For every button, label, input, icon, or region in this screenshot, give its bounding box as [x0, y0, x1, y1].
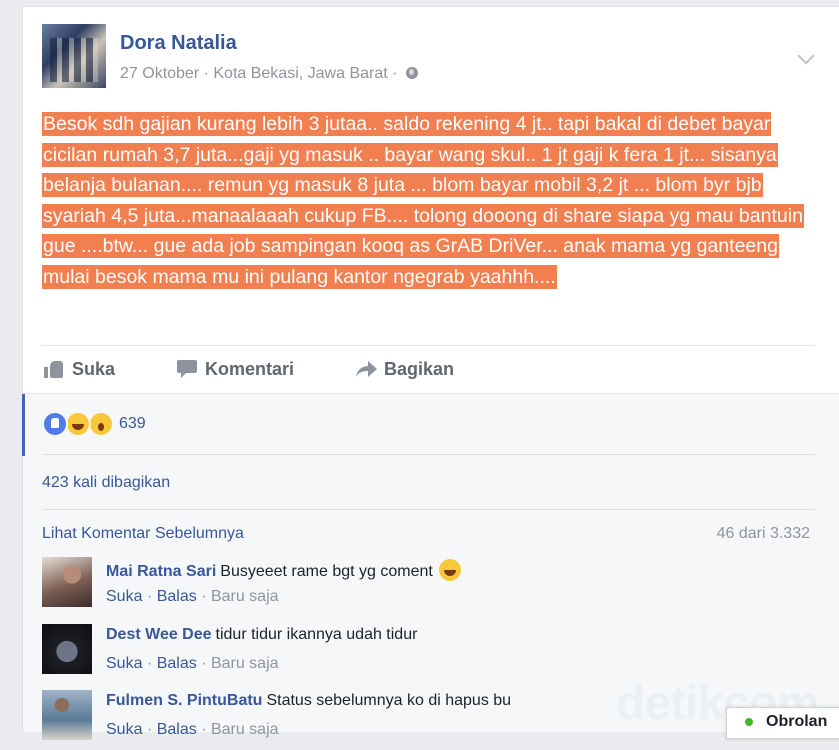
comment-like-link[interactable]: Suka	[106, 588, 142, 605]
commenter-avatar[interactable]	[42, 557, 92, 607]
shares-count[interactable]: 423 kali dibagikan	[42, 474, 170, 492]
chat-label: Obrolan	[766, 713, 828, 730]
action-bar: Suka Komentari Bagikan	[42, 355, 642, 385]
post-text: Besok sdh gajian kurang lebih 3 jutaa.. …	[42, 109, 818, 292]
separator: ·	[196, 655, 211, 672]
comment-reply-link[interactable]: Balas	[157, 655, 197, 672]
post-text-highlight: Besok sdh gajian kurang lebih 3 jutaa.. …	[42, 112, 804, 289]
author-avatar[interactable]	[42, 24, 106, 88]
comment-actions: Suka · Balas · Baru saja	[106, 721, 279, 739]
comment-item: Dest Wee Dee tidur tidur ikannya udah tid…	[42, 624, 830, 684]
chevron-down-icon[interactable]	[797, 47, 815, 65]
comment-like-link[interactable]: Suka	[106, 655, 142, 672]
meta-separator: ·	[199, 65, 214, 82]
thumbs-up-icon	[44, 360, 64, 378]
comment-icon	[177, 360, 197, 378]
divider	[42, 454, 815, 455]
comment-actions: Suka · Balas · Baru saja	[106, 588, 279, 606]
reaction-count[interactable]: 639	[119, 415, 146, 433]
separator: ·	[196, 588, 211, 605]
share-button[interactable]: Bagikan	[356, 355, 454, 383]
author-name[interactable]: Dora Natalia	[120, 32, 237, 55]
post-card: Dora Natalia 27 Oktober · Kota Bekasi, J…	[22, 6, 839, 740]
view-previous-comments-link[interactable]: Lihat Komentar Sebelumnya	[42, 525, 244, 543]
post-meta: 27 Oktober · Kota Bekasi, Jawa Barat ·	[120, 65, 418, 83]
share-label: Bagikan	[384, 358, 455, 379]
commenter-avatar[interactable]	[42, 690, 92, 740]
commenter-avatar[interactable]	[42, 624, 92, 674]
comment-body: Fulmen S. PintuBatu Status sebelumnya ko …	[106, 692, 511, 710]
like-reaction-icon	[42, 411, 68, 437]
reactions-summary[interactable]: 639	[42, 411, 146, 437]
wow-reaction-icon	[88, 411, 114, 437]
post-location[interactable]: Kota Bekasi, Jawa Barat	[213, 65, 387, 82]
comment-time[interactable]: Baru saja	[211, 588, 279, 605]
globe-icon[interactable]	[405, 67, 418, 79]
comment-body: Mai Ratna Sari Busyeeet rame bgt yg comen…	[106, 559, 461, 581]
commenter-name[interactable]: Dest Wee Dee	[106, 626, 212, 643]
separator: ·	[142, 721, 157, 738]
comment-text: Status sebelumnya ko di hapus bu	[266, 692, 512, 709]
post-header: Dora Natalia 27 Oktober · Kota Bekasi, J…	[42, 24, 839, 90]
post-date[interactable]: 27 Oktober	[120, 65, 199, 82]
meta-separator: ·	[387, 65, 402, 82]
haha-reaction-icon	[65, 411, 91, 437]
laughing-emoji-icon	[438, 559, 461, 581]
comment-item: Mai Ratna Sari Busyeeet rame bgt yg comen…	[42, 557, 830, 617]
comment-label: Komentari	[205, 358, 295, 379]
separator: ·	[196, 721, 211, 738]
comment-time[interactable]: Baru saja	[211, 655, 279, 672]
focus-indicator	[22, 394, 25, 456]
like-button[interactable]: Suka	[44, 355, 115, 383]
share-icon	[356, 360, 377, 378]
like-label: Suka	[72, 358, 116, 379]
comment-text: Busyeeet rame bgt yg coment	[220, 563, 433, 580]
separator: ·	[142, 588, 157, 605]
comment-reply-link[interactable]: Balas	[157, 588, 197, 605]
divider	[42, 509, 815, 510]
comment-time[interactable]: Baru saja	[211, 721, 279, 738]
commenter-name[interactable]: Mai Ratna Sari	[106, 563, 216, 580]
comment-like-link[interactable]: Suka	[106, 721, 142, 738]
comment-text: tidur tidur ikannya udah tidur	[215, 626, 418, 643]
commenter-name[interactable]: Fulmen S. PintuBatu	[106, 692, 262, 709]
separator: ·	[142, 655, 157, 672]
comment-button[interactable]: Komentari	[177, 355, 294, 383]
comment-body: Dest Wee Dee tidur tidur ikannya udah tid…	[106, 626, 417, 644]
comment-reply-link[interactable]: Balas	[157, 721, 197, 738]
comment-actions: Suka · Balas · Baru saja	[106, 655, 279, 673]
comment-counter: 46 dari 3.332	[716, 525, 810, 542]
divider	[42, 345, 815, 346]
online-status-icon	[745, 718, 753, 726]
chat-tab[interactable]: Obrolan	[726, 707, 839, 739]
